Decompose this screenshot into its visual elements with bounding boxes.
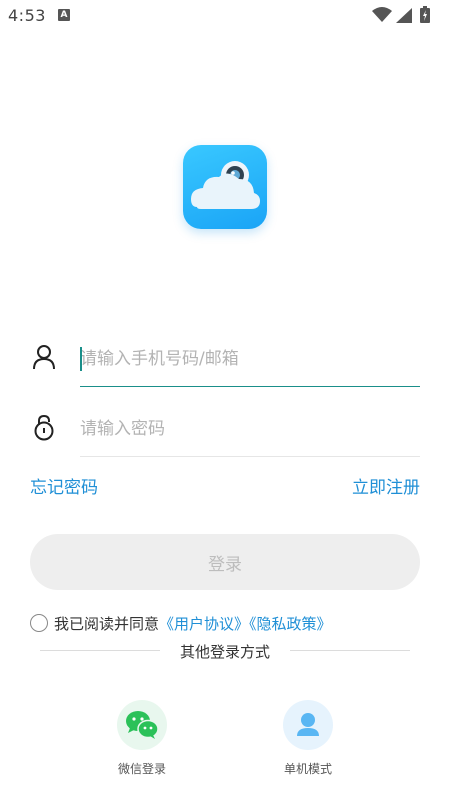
register-link[interactable]: 立即注册 [352,473,420,498]
status-time: 4:53 [8,6,46,25]
privacy-policy-link[interactable]: 《隐私政策》 [249,615,332,633]
wechat-login-button[interactable]: 微信登录 [102,700,182,777]
notification-app-icon: A [58,9,70,21]
offline-mode-circle[interactable] [283,700,333,750]
status-bar: 4:53 A [0,0,450,32]
wechat-icon [126,711,159,739]
forgot-password-link[interactable]: 忘记密码 [30,473,98,498]
password-input-underline [80,456,420,457]
account-field-row [30,327,420,387]
user-icon [33,345,55,370]
agreement-radio[interactable] [30,614,48,632]
user-agreement-link[interactable]: 《用户协议》 [159,615,249,633]
text-cursor [80,347,82,371]
account-input[interactable] [80,345,410,373]
divider-right [290,650,410,651]
wechat-login-circle[interactable] [117,700,167,750]
cloud-camera-icon [191,161,260,209]
wechat-login-label: 微信登录 [117,762,166,776]
app-logo [183,145,267,229]
lock-icon [34,414,54,441]
offline-mode-label: 单机模式 [283,762,332,776]
battery-icon [420,6,430,23]
other-login-title: 其他登录方式 [179,643,270,661]
status-icons [372,6,442,24]
login-button[interactable]: 登录 [30,534,420,590]
account-input-underline [80,385,420,387]
person-icon [297,713,319,736]
cellular-signal-icon [396,8,412,23]
agreement-prefix: 我已阅读并同意 [54,615,160,633]
wifi-icon [372,7,392,22]
password-field-row [30,397,420,457]
offline-mode-button[interactable]: 单机模式 [268,700,348,777]
agreement-text: 我已阅读并同意《用户协议》《隐私政策》 [54,613,332,634]
password-input[interactable] [80,415,410,443]
